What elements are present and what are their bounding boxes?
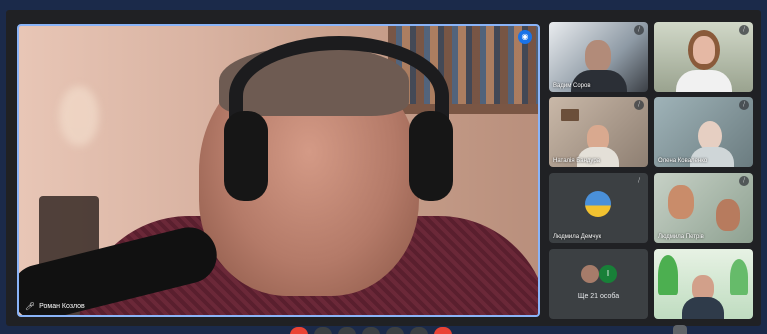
mic-off-icon: ⧸ [634,100,644,110]
camera-toggle-button[interactable] [314,327,332,334]
main-speaker-label: 🎤︎ Роман Козлов [25,302,85,311]
headset-earcup-left [224,111,268,201]
participant-face [693,36,715,64]
participant-face [585,40,611,72]
sound-wave-icon: ◉ [518,30,532,44]
mic-toggle-button[interactable] [290,327,308,334]
participant-initial-avatar: І [599,265,617,283]
main-speaker-tile[interactable]: ◉ 🎤︎ Роман Козлов [17,24,540,317]
mic-off-icon: ⧸ [634,176,644,186]
participant-face [668,185,694,219]
participant-name: Людмила Петрів [658,234,704,240]
participant-body [682,297,724,319]
participant-name: Людмила Демчук [553,234,602,240]
participant-tile[interactable] [654,249,753,319]
participant-body [690,147,734,167]
participant-name: Вадим Соров [553,83,591,89]
participant-tile[interactable]: ⧸ Людмила Демчук [549,173,648,243]
more-participants-label: Ще 21 особа [577,293,620,300]
mic-off-icon: ⧸ [739,100,749,110]
present-button[interactable] [386,327,404,334]
participant-tile[interactable]: ⧸ Наталія Бандура [549,97,648,167]
participant-tile[interactable]: ⧸ [654,22,753,92]
plant-decoration [730,259,748,295]
headset-earcup-right [409,111,453,201]
wall-picture [561,109,579,121]
mic-off-icon: ⧸ [739,25,749,35]
participant-name: Олена Коваленко [658,158,708,164]
mic-off-icon: ⧸ [739,176,749,186]
participant-face-second [716,199,740,231]
participant-tile[interactable]: ⧸ Людмила Петрів [654,173,753,243]
participant-tile[interactable]: ⧸ Олена Коваленко [654,97,753,167]
mic-icon: 🎤︎ [25,302,36,311]
more-options-button[interactable] [410,327,428,334]
captions-button[interactable] [338,327,356,334]
plant-decoration [658,255,678,295]
raise-hand-button[interactable] [362,327,380,334]
participant-body [577,147,619,167]
mic-off-icon: ⧸ [634,25,644,35]
participant-avatar [581,265,599,283]
end-call-button[interactable] [434,327,452,334]
lamp-glow [59,86,99,146]
main-speaker-name: Роман Козлов [39,303,85,310]
participant-name: Наталія Бандура [553,158,601,164]
participant-body [676,70,732,92]
call-controls [290,327,452,334]
info-button[interactable] [673,325,687,334]
participant-avatar [585,191,611,217]
more-participants-tile[interactable]: І Ще 21 особа [549,249,648,319]
participant-tile[interactable]: ⧸ Вадим Соров [549,22,648,92]
